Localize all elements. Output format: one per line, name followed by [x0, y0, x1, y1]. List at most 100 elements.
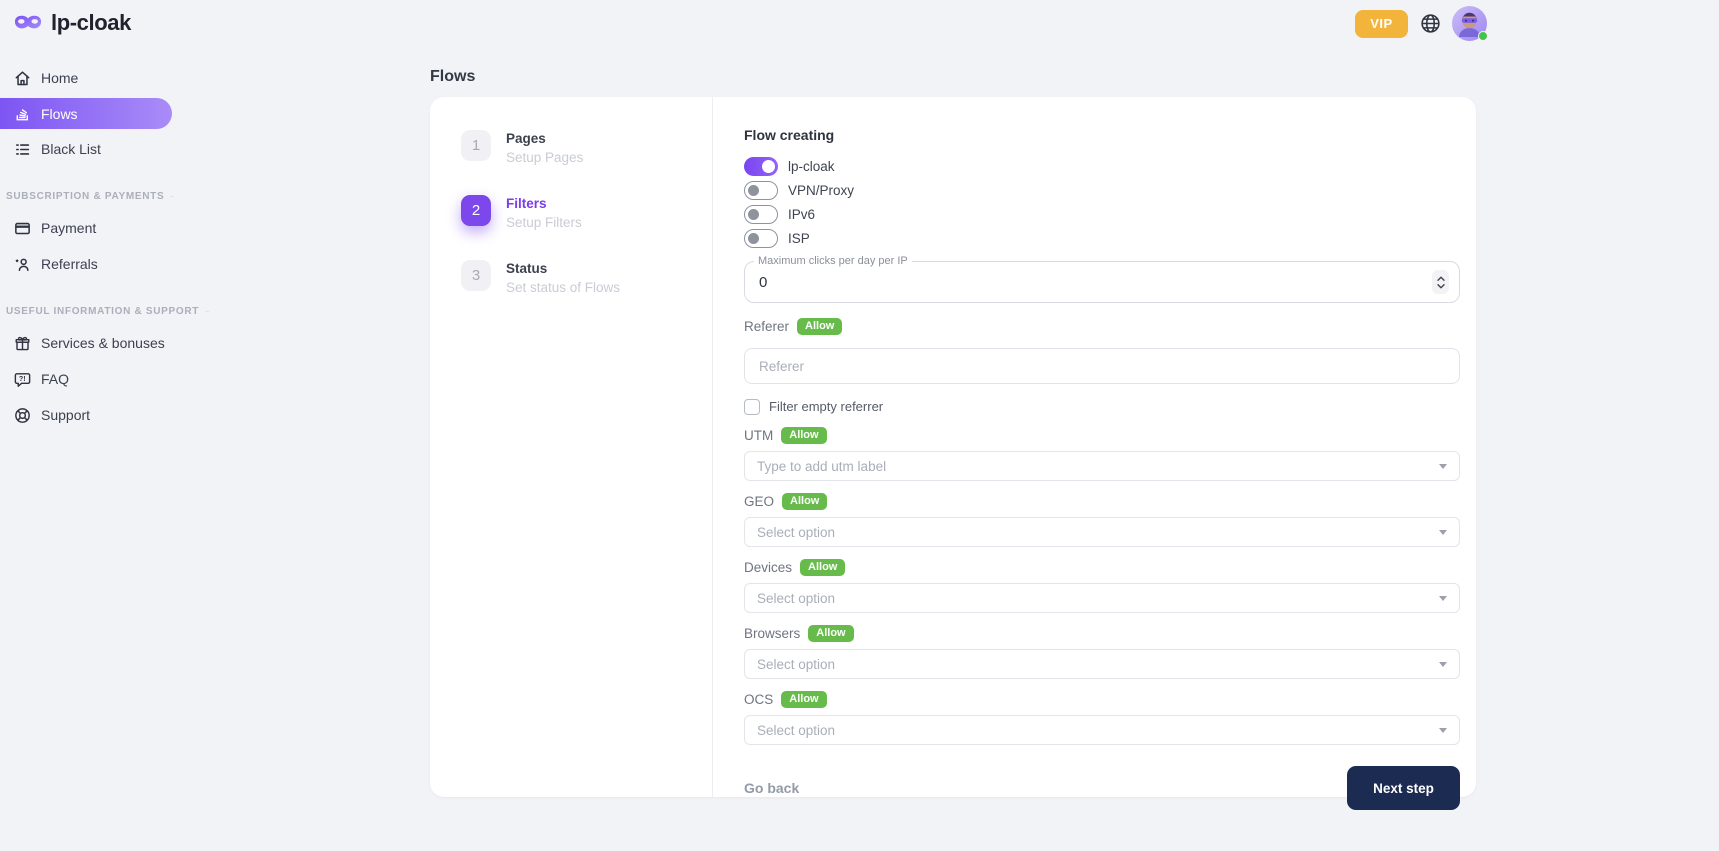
svg-text:?!: ?! — [19, 375, 26, 383]
section-divider — [170, 196, 174, 197]
page-title: Flows — [430, 68, 475, 86]
utm-label: UTM — [744, 428, 773, 443]
flow-wizard-card: 1 Pages Setup Pages 2 Filters Setup Filt… — [430, 97, 1476, 797]
app-root: lp-cloak VIP — [0, 0, 1719, 851]
sidebar-section-header: SUBSCRIPTION & PAYMENTS — [6, 191, 167, 202]
toggle-vpn-proxy[interactable]: VPN/Proxy — [744, 181, 1460, 200]
chevron-down-icon — [1439, 596, 1447, 601]
sidebar-item-label: Services & bonuses — [41, 335, 165, 351]
ocs-select[interactable]: Select option — [744, 715, 1460, 745]
toggle-ipv6[interactable]: IPv6 — [744, 205, 1460, 224]
devices-select[interactable]: Select option — [744, 583, 1460, 613]
step-pages[interactable]: 1 Pages Setup Pages — [461, 130, 692, 165]
browsers-select[interactable]: Select option — [744, 649, 1460, 679]
referer-label: Referer — [744, 319, 789, 334]
step-filters[interactable]: 2 Filters Setup Filters — [461, 195, 692, 230]
sidebar-item-label: Flows — [41, 106, 78, 122]
filter-empty-referrer-checkbox[interactable]: Filter empty referrer — [744, 398, 1460, 415]
geo-allow-badge[interactable]: Allow — [782, 493, 827, 510]
step-subtitle: Set status of Flows — [506, 280, 620, 295]
payment-icon — [13, 219, 32, 238]
stepper-icon[interactable] — [1432, 270, 1449, 294]
mask-logo-icon — [13, 13, 43, 34]
sidebar-item-services-bonuses[interactable]: Services & bonuses — [0, 327, 175, 359]
blacklist-icon — [13, 140, 32, 159]
utm-select[interactable]: Type to add utm label — [744, 451, 1460, 481]
geo-label: GEO — [744, 494, 774, 509]
devices-label: Devices — [744, 560, 792, 575]
vip-button[interactable]: VIP — [1355, 10, 1408, 38]
go-back-button[interactable]: Go back — [744, 780, 799, 796]
max-clicks-field: Maximum clicks per day per IP — [744, 261, 1460, 303]
steps-panel: 1 Pages Setup Pages 2 Filters Setup Filt… — [430, 97, 713, 797]
brand-logo[interactable]: lp-cloak — [13, 10, 131, 36]
toggle-isp[interactable]: ISP — [744, 229, 1460, 248]
section-divider — [205, 311, 209, 312]
sidebar-item-label: Payment — [41, 220, 96, 236]
max-clicks-label: Maximum clicks per day per IP — [754, 255, 912, 267]
sidebar-item-label: Referrals — [41, 256, 98, 272]
toggle-switch-off[interactable] — [744, 229, 778, 248]
step-title: Pages — [506, 130, 583, 146]
chevron-down-icon — [1439, 662, 1447, 667]
step-title: Filters — [506, 195, 582, 211]
devices-group: Devices Allow Select option — [744, 558, 1460, 613]
toggle-switch-off[interactable] — [744, 205, 778, 224]
sidebar: Home Flows Black List SUBSCRIPTION & PAY… — [0, 62, 175, 435]
browsers-label: Browsers — [744, 626, 800, 641]
lifebuoy-icon — [13, 406, 32, 425]
next-step-button[interactable]: Next step — [1347, 766, 1460, 810]
sidebar-item-black-list[interactable]: Black List — [0, 133, 175, 165]
sidebar-item-home[interactable]: Home — [0, 62, 175, 94]
form-title: Flow creating — [744, 127, 1460, 143]
referer-input[interactable] — [744, 348, 1460, 384]
sidebar-item-flows[interactable]: Flows — [0, 98, 172, 129]
faq-icon: ?! — [13, 370, 32, 389]
ocs-allow-badge[interactable]: Allow — [781, 691, 826, 708]
referer-label-row: Referer Allow — [744, 317, 1460, 335]
toggle-switch-on[interactable] — [744, 157, 778, 176]
sidebar-item-label: Home — [41, 70, 78, 86]
step-subtitle: Setup Pages — [506, 150, 583, 165]
brand-name: lp-cloak — [51, 10, 131, 36]
step-title: Status — [506, 260, 620, 276]
browsers-group: Browsers Allow Select option — [744, 624, 1460, 679]
referrals-icon — [13, 255, 32, 274]
step-status[interactable]: 3 Status Set status of Flows — [461, 260, 692, 295]
chevron-down-icon — [1439, 728, 1447, 733]
browsers-allow-badge[interactable]: Allow — [808, 625, 853, 642]
chevron-down-icon — [1439, 530, 1447, 535]
sidebar-item-support[interactable]: Support — [0, 399, 175, 431]
flows-icon — [13, 104, 32, 123]
ocs-label: OCS — [744, 692, 773, 707]
toggle-switch-off[interactable] — [744, 181, 778, 200]
sidebar-item-label: Support — [41, 407, 90, 423]
sidebar-item-label: FAQ — [41, 371, 69, 387]
chevron-down-icon — [1439, 464, 1447, 469]
online-status-dot — [1478, 31, 1488, 41]
gift-icon — [13, 334, 32, 353]
max-clicks-input[interactable] — [745, 262, 1459, 302]
step-number: 3 — [461, 260, 491, 291]
sidebar-item-faq[interactable]: ?! FAQ — [0, 363, 175, 395]
utm-allow-badge[interactable]: Allow — [781, 427, 826, 444]
referer-allow-badge[interactable]: Allow — [797, 318, 842, 335]
step-number: 1 — [461, 130, 491, 161]
utm-group: UTM Allow Type to add utm label — [744, 426, 1460, 481]
devices-allow-badge[interactable]: Allow — [800, 559, 845, 576]
globe-icon[interactable] — [1418, 12, 1442, 36]
geo-select[interactable]: Select option — [744, 517, 1460, 547]
sidebar-item-payment[interactable]: Payment — [0, 212, 175, 244]
step-subtitle: Setup Filters — [506, 215, 582, 230]
user-avatar[interactable] — [1452, 6, 1487, 41]
toggle-lp-cloak[interactable]: lp-cloak — [744, 157, 1460, 176]
topbar-actions: VIP — [1355, 6, 1487, 41]
checkbox-icon[interactable] — [744, 399, 760, 415]
sidebar-item-referrals[interactable]: Referrals — [0, 248, 175, 280]
flow-creating-form: Flow creating lp-cloak VPN/Proxy IPv6 IS… — [713, 97, 1476, 797]
step-number: 2 — [461, 195, 491, 226]
geo-group: GEO Allow Select option — [744, 492, 1460, 547]
home-icon — [13, 69, 32, 88]
form-footer: Go back Next step — [744, 766, 1460, 810]
sidebar-section-header: USEFUL INFORMATION & SUPPORT — [6, 306, 167, 317]
